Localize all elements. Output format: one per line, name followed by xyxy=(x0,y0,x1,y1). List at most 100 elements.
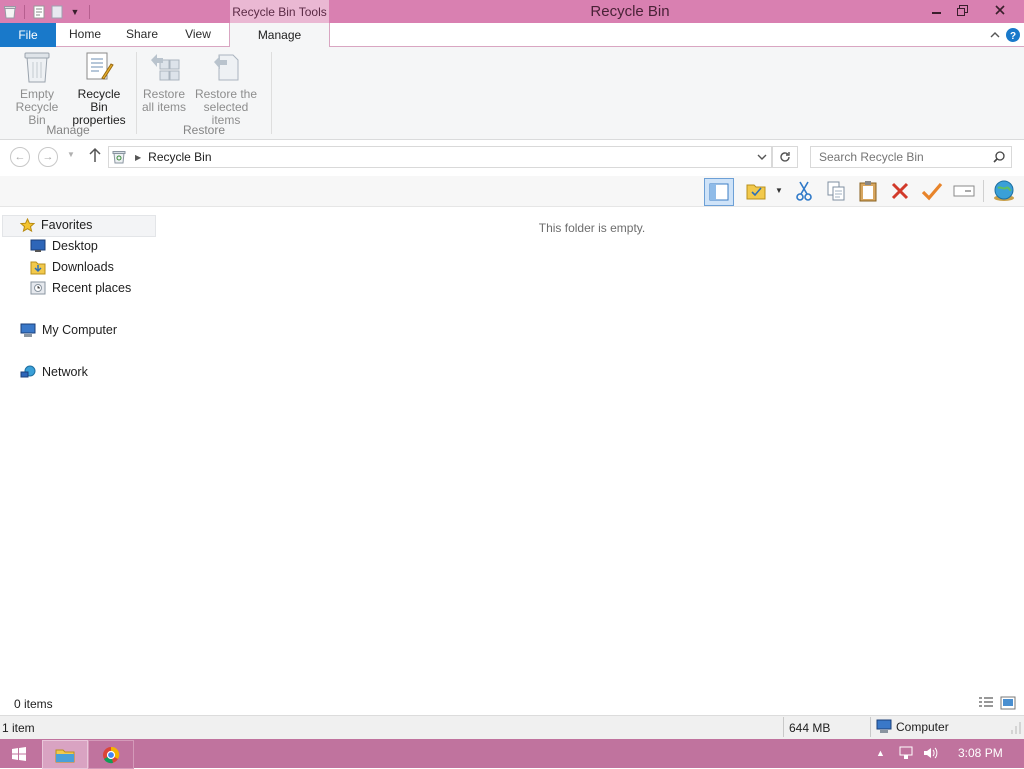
large-icons-view-icon xyxy=(1000,696,1016,710)
copy-icon xyxy=(827,181,845,201)
recent-places-icon xyxy=(30,281,46,295)
button-label: Recycle Bin xyxy=(77,87,121,114)
address-bar[interactable]: ▶ Recycle Bin xyxy=(108,146,772,168)
empty-folder-message: This folder is empty. xyxy=(538,221,646,235)
search-input[interactable] xyxy=(811,149,991,165)
recycle-bin-properties-button[interactable]: Recycle Bin properties xyxy=(68,50,130,127)
search-icon[interactable] xyxy=(993,151,1005,163)
up-arrow-icon xyxy=(89,147,101,162)
rename-button[interactable] xyxy=(950,178,978,204)
help-icon[interactable]: ? xyxy=(1006,28,1020,42)
start-button[interactable] xyxy=(0,740,38,767)
nav-network[interactable]: Network xyxy=(20,362,88,382)
quick-access-toolbar: ▼ xyxy=(0,0,93,23)
preview-pane-button[interactable] xyxy=(704,178,734,206)
folder-options-button[interactable] xyxy=(742,178,770,204)
nav-desktop[interactable]: Desktop xyxy=(30,236,98,256)
nav-label: Desktop xyxy=(52,239,98,253)
clipboard-icon xyxy=(859,181,877,202)
search-box[interactable] xyxy=(810,146,1012,168)
new-folder-icon[interactable] xyxy=(50,5,64,19)
layout-icon xyxy=(709,183,729,201)
restore-all-items-button[interactable]: Restore all items xyxy=(138,50,190,114)
nav-label: Recent places xyxy=(52,281,132,295)
address-history-dropdown-icon[interactable] xyxy=(757,153,767,161)
restore-selected-items-button[interactable]: Restore the selected items xyxy=(190,50,262,127)
checkmark-icon xyxy=(921,182,943,201)
forward-button[interactable]: → xyxy=(38,147,58,167)
clock[interactable]: 3:08 PM xyxy=(958,746,1003,760)
restore-button[interactable] xyxy=(947,0,977,20)
scissors-icon xyxy=(796,181,812,201)
tab-share[interactable]: Share xyxy=(118,23,166,46)
nav-downloads[interactable]: Downloads xyxy=(30,257,114,277)
refresh-icon xyxy=(780,152,790,162)
copy-button[interactable] xyxy=(822,178,850,204)
show-hidden-icons-button[interactable]: ▲ xyxy=(876,748,885,758)
nav-label: My Computer xyxy=(42,323,118,337)
recycle-bin-icon[interactable] xyxy=(3,5,17,19)
divider xyxy=(89,4,90,19)
restore-selected-icon xyxy=(214,54,239,81)
status-divider xyxy=(870,717,871,737)
ribbon-controls: ? xyxy=(990,24,1020,46)
tab-home[interactable]: Home xyxy=(60,23,110,46)
recent-locations-button[interactable]: ▼ xyxy=(67,150,75,159)
item-count: 0 items xyxy=(14,697,53,711)
chevron-down-icon[interactable]: ▼ xyxy=(775,186,783,195)
location-label: Computer xyxy=(896,719,949,734)
recycle-bin-icon xyxy=(112,150,126,164)
tab-file[interactable]: File xyxy=(0,23,56,47)
globe-icon xyxy=(994,180,1014,201)
back-button[interactable]: ← xyxy=(10,147,30,167)
properties-icon[interactable] xyxy=(32,5,46,19)
windows-logo-icon xyxy=(12,746,26,761)
refresh-button[interactable] xyxy=(772,146,798,168)
collapse-ribbon-icon[interactable] xyxy=(990,31,1000,39)
nav-my-computer[interactable]: My Computer xyxy=(20,320,117,340)
cut-button[interactable] xyxy=(790,178,818,204)
breadcrumb-chevron-icon[interactable]: ▶ xyxy=(135,153,141,162)
group-label-restore: Restore xyxy=(182,123,226,137)
computer-icon xyxy=(876,719,892,733)
restore-all-icon xyxy=(151,54,180,81)
paste-button[interactable] xyxy=(854,178,882,204)
size-label: 644 MB xyxy=(789,721,831,735)
large-icons-view-button[interactable] xyxy=(1000,696,1016,713)
tab-view[interactable]: View xyxy=(176,23,220,46)
up-button[interactable] xyxy=(88,147,102,166)
taskbar xyxy=(0,739,1024,768)
details-view-button[interactable] xyxy=(978,696,994,713)
globe-button[interactable] xyxy=(990,178,1018,204)
toolbar-divider xyxy=(983,180,984,202)
folder-check-icon xyxy=(746,184,766,200)
desktop-icon xyxy=(30,239,46,252)
context-tab-label: Recycle Bin Tools xyxy=(230,0,329,23)
delete-button[interactable] xyxy=(886,178,914,204)
network-tray-icon[interactable] xyxy=(898,745,914,764)
computer-icon xyxy=(20,323,36,337)
close-button[interactable] xyxy=(984,0,1016,20)
star-icon xyxy=(20,217,35,232)
properties-icon xyxy=(86,52,114,80)
recycle-bin-icon xyxy=(24,52,50,83)
status-divider xyxy=(783,717,784,737)
breadcrumb-recycle-bin[interactable]: Recycle Bin xyxy=(148,150,211,164)
downloads-icon xyxy=(30,261,46,275)
location-zone: Computer xyxy=(876,719,949,734)
nav-favorites[interactable]: Favorites xyxy=(20,215,92,235)
customize-qat-icon[interactable]: ▼ xyxy=(68,5,82,19)
file-explorer-icon xyxy=(55,749,75,762)
select-button[interactable] xyxy=(918,178,946,204)
tab-manage[interactable]: Manage xyxy=(229,23,330,47)
divider xyxy=(24,4,25,19)
nav-recent-places[interactable]: Recent places xyxy=(30,278,131,298)
group-divider xyxy=(271,52,272,134)
volume-icon[interactable] xyxy=(922,745,938,764)
taskbar-file-explorer[interactable] xyxy=(42,740,88,769)
window-title: Recycle Bin xyxy=(590,3,670,20)
network-icon xyxy=(20,365,36,377)
empty-recycle-bin-button[interactable]: Empty Recycle Bin xyxy=(6,50,68,127)
resize-grip-icon[interactable] xyxy=(1010,718,1022,736)
taskbar-chrome[interactable] xyxy=(88,740,134,769)
